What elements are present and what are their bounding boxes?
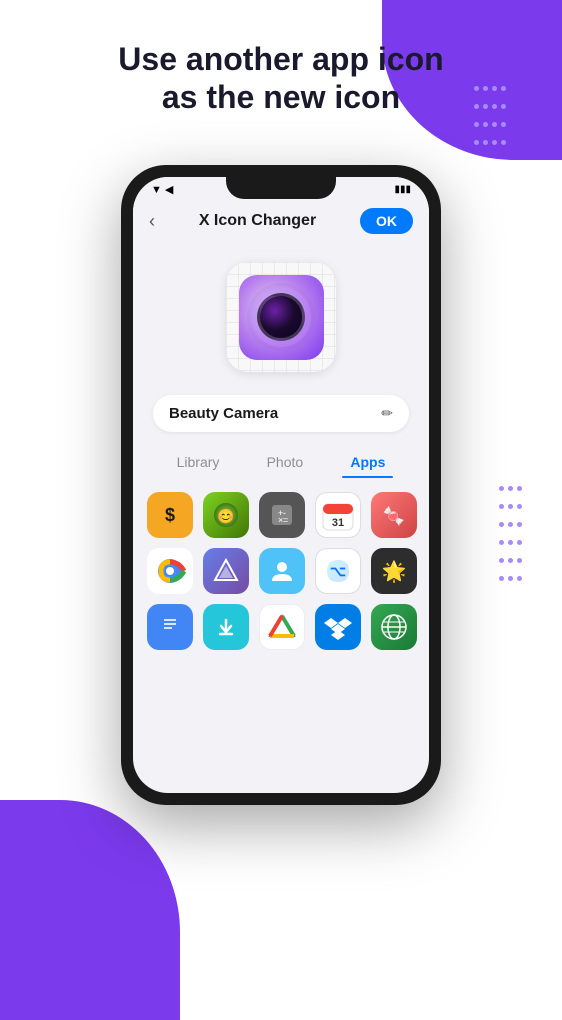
svg-text:$: $	[165, 505, 175, 525]
headline-line1: Use another app icon	[118, 41, 443, 77]
star-icon: 🌟	[379, 556, 409, 586]
candy-icon: 🍬	[379, 500, 409, 530]
nav-bar: ‹ X Icon Changer OK	[133, 200, 429, 242]
app-name-bar: Beauty Camera ✏	[153, 395, 409, 432]
chrome-icon	[153, 554, 187, 588]
ok-button[interactable]: OK	[360, 208, 413, 234]
wifi-icon: ▼	[151, 184, 162, 196]
phone-notch	[226, 177, 336, 199]
list-item[interactable]: + - × =	[259, 492, 305, 538]
app-icon-arc[interactable]: ⌥	[315, 548, 361, 594]
status-left: ▼ ◀	[151, 183, 173, 196]
app-icon-download[interactable]	[203, 604, 249, 650]
game-icon: 😊	[211, 500, 241, 530]
app-icon-dollar[interactable]: $	[147, 492, 193, 538]
abstract-icon	[211, 556, 241, 586]
camera-lens	[257, 293, 305, 341]
app-icon-dropbox[interactable]	[315, 604, 361, 650]
tab-library[interactable]: Library	[169, 450, 228, 474]
battery-icon: ▮▮▮	[394, 184, 411, 195]
svg-text:=: =	[283, 515, 288, 525]
headline: Use another app icon as the new icon	[40, 40, 522, 117]
back-button[interactable]: ‹	[149, 211, 155, 232]
app-icon-earth[interactable]	[371, 604, 417, 650]
app-name-section: Beauty Camera ✏	[133, 387, 429, 440]
app-icon-docs[interactable]	[147, 604, 193, 650]
arc-icon: ⌥	[321, 554, 355, 588]
dollar-icon: $	[156, 501, 184, 529]
app-name-text: Beauty Camera	[169, 405, 278, 422]
phone-frame: ▼ ◀ 12:30 ▮▮▮ ‹ X Icon Changer OK	[121, 165, 441, 805]
bg-blob-bottom-left	[0, 800, 180, 1020]
icon-preview-area	[133, 242, 429, 387]
dropbox-icon	[323, 612, 353, 642]
list-item[interactable]	[147, 548, 193, 594]
list-item[interactable]: 🌟	[371, 548, 417, 594]
headline-line2: as the new icon	[162, 79, 400, 115]
list-item[interactable]: 31	[315, 492, 361, 538]
phone-wrapper: ▼ ◀ 12:30 ▮▮▮ ‹ X Icon Changer OK	[121, 165, 441, 805]
nav-title: X Icon Changer	[199, 212, 316, 230]
app-icon-game[interactable]: 😊	[203, 492, 249, 538]
svg-text:🍬: 🍬	[383, 505, 405, 526]
app-icon-calendar[interactable]: 31	[315, 492, 361, 538]
app-icon-preview	[239, 275, 324, 360]
list-item[interactable]	[203, 548, 249, 594]
list-item[interactable]: 😊	[203, 492, 249, 538]
app-icon-candy[interactable]: 🍬	[371, 492, 417, 538]
earth-icon	[379, 612, 409, 642]
tab-apps[interactable]: Apps	[342, 450, 393, 474]
app-icon-chrome[interactable]	[147, 548, 193, 594]
download-icon	[211, 612, 241, 642]
app-icon-star[interactable]: 🌟	[371, 548, 417, 594]
list-item[interactable]	[203, 604, 249, 650]
app-icon-abstract[interactable]	[203, 548, 249, 594]
list-item[interactable]	[371, 604, 417, 650]
list-item[interactable]	[147, 604, 193, 650]
app-icon-calculator[interactable]: + - × =	[259, 492, 305, 538]
svg-text:31: 31	[332, 517, 344, 529]
list-item[interactable]	[259, 604, 305, 650]
app-icon-contacts[interactable]	[259, 548, 305, 594]
dots-decoration-right	[497, 480, 557, 600]
phone-screen: ▼ ◀ 12:30 ▮▮▮ ‹ X Icon Changer OK	[133, 177, 429, 793]
svg-text:😊: 😊	[217, 508, 234, 524]
docs-icon	[156, 611, 184, 643]
app-icon-drive[interactable]	[259, 604, 305, 650]
edit-icon[interactable]: ✏	[381, 405, 393, 422]
apps-grid: $ 😊	[133, 480, 429, 662]
header-section: Use another app icon as the new icon	[0, 40, 562, 117]
tab-photo[interactable]: Photo	[259, 450, 312, 474]
list-item[interactable]: $	[147, 492, 193, 538]
list-item[interactable]: ⌥	[315, 548, 361, 594]
signal-icon: ◀	[165, 183, 173, 196]
calculator-icon: + - × =	[269, 502, 295, 528]
list-item[interactable]	[315, 604, 361, 650]
svg-text:🌟: 🌟	[382, 559, 407, 583]
contacts-icon	[267, 556, 297, 586]
tabs-container: Library Photo Apps	[133, 440, 429, 480]
list-item[interactable]: 🍬	[371, 492, 417, 538]
calendar-icon: 31	[321, 498, 355, 532]
status-right: ▮▮▮	[394, 184, 411, 195]
list-item[interactable]	[259, 548, 305, 594]
svg-text:⌥: ⌥	[330, 563, 346, 579]
drive-icon	[266, 612, 298, 642]
icon-grid-background	[226, 262, 336, 372]
